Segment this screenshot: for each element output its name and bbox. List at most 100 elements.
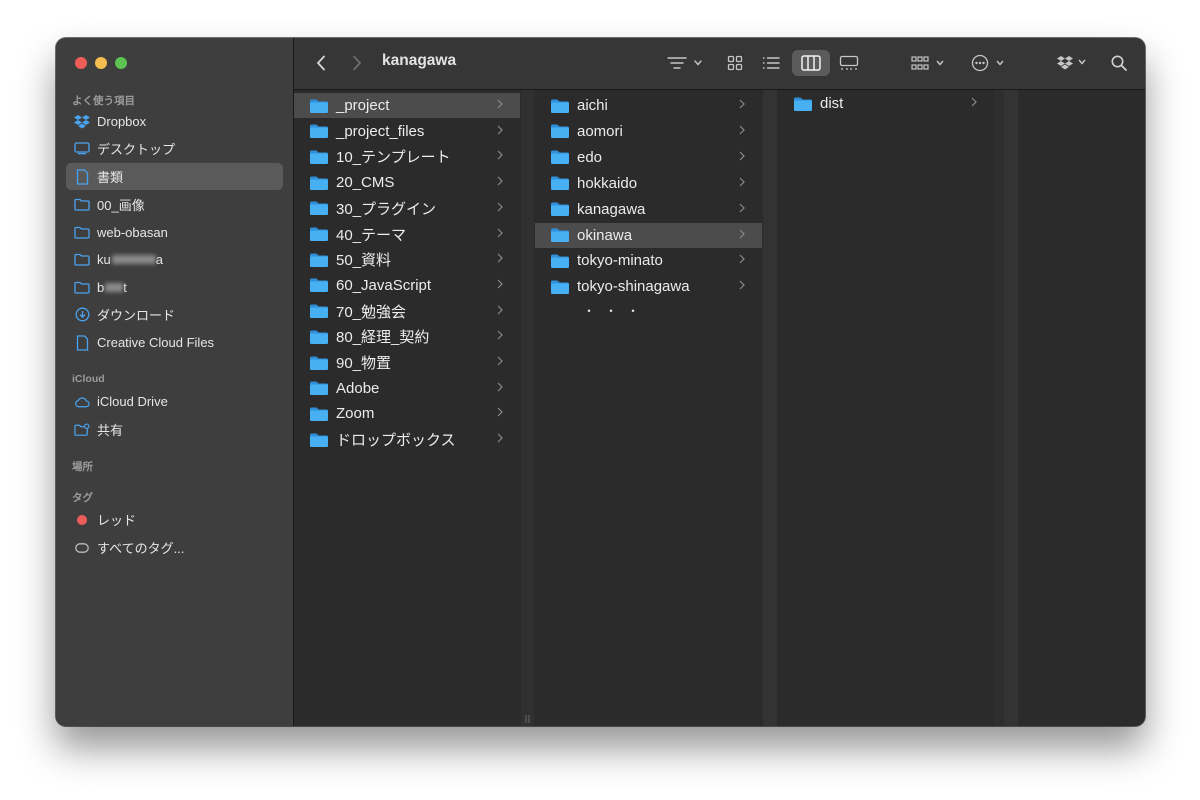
all-tags-icon (74, 540, 90, 556)
zoom-button[interactable] (115, 57, 127, 69)
list-view-button[interactable] (760, 50, 782, 76)
sidebar-item-label: ku (97, 252, 111, 267)
dropbox-menu-button[interactable] (1054, 50, 1092, 76)
chevron-right-icon (739, 99, 745, 109)
chevron-right-icon (739, 203, 745, 213)
redacted-text (111, 255, 156, 264)
column-divider[interactable] (994, 90, 1004, 726)
icloud-section-title: iCloud (72, 373, 105, 385)
sort-icon (667, 57, 702, 69)
folder-name: 40_テーマ (336, 226, 407, 244)
sidebar-item-dropbox[interactable]: Dropbox (66, 108, 283, 135)
column-4-empty (1018, 90, 1145, 726)
folder-icon (74, 197, 90, 213)
sidebar-item-downloads[interactable]: ダウンロード (66, 301, 283, 328)
folder-row[interactable]: _project (294, 93, 520, 118)
chevron-right-icon (497, 356, 503, 366)
document-icon (74, 334, 90, 351)
grid-icon (727, 55, 743, 71)
column-3: dist (778, 90, 994, 548)
folder-name: ドロップボックス (336, 432, 456, 450)
folder-icon (310, 330, 328, 344)
column-divider[interactable] (763, 90, 777, 726)
gallery-icon (839, 55, 859, 70)
folder-row[interactable]: 30_プラグイン (294, 196, 520, 221)
folder-name: 60_JavaScript (336, 276, 432, 294)
chevron-right-icon (497, 330, 503, 340)
sidebar-item-label: web-obasan (97, 225, 168, 240)
folder-icon (74, 225, 90, 241)
forward-button[interactable] (346, 50, 368, 76)
sidebar-item-shared[interactable]: 共有 (66, 416, 283, 443)
sidebar-item-tag-red[interactable]: レッド (66, 506, 283, 533)
folder-row[interactable]: dist (778, 91, 994, 116)
sidebar-item-label: 00_画像 (97, 198, 145, 213)
folder-row[interactable]: aichi (535, 93, 762, 118)
action-menu-button[interactable] (970, 50, 1008, 76)
column-2: aichi aomori edo hokkaido kanagawa okinawa tok… (535, 90, 762, 726)
folder-row[interactable]: okinawa (535, 222, 762, 248)
folder-row[interactable]: Zoom (294, 401, 520, 426)
folder-name: Adobe (336, 379, 380, 397)
sidebar-item-icloud-drive[interactable]: iCloud Drive (66, 388, 283, 415)
folder-row[interactable]: ドロップボックス (294, 427, 520, 452)
gallery-view-button[interactable] (836, 50, 862, 76)
folder-row[interactable]: 60_JavaScript (294, 273, 520, 298)
sidebar-item-desktop[interactable]: デスクトップ (66, 135, 283, 162)
sidebar-item-images[interactable]: 00_画像 (66, 191, 283, 218)
folder-row[interactable]: Adobe (294, 376, 520, 401)
folder-row[interactable]: 20_CMS (294, 170, 520, 195)
folder-name: aomori (577, 122, 623, 140)
folder-row[interactable]: edo (535, 145, 762, 170)
group-menu-button[interactable] (910, 50, 948, 76)
folder-name: _project (336, 97, 390, 114)
sidebar-item-creative-cloud[interactable]: Creative Cloud Files (66, 329, 283, 356)
folder-row[interactable]: 80_経理_契約 (294, 324, 520, 349)
sort-menu-button[interactable] (666, 50, 706, 76)
folder-row[interactable]: 40_テーマ (294, 222, 520, 247)
folder-name: Zoom (336, 405, 375, 423)
column-view-button[interactable] (792, 50, 830, 76)
favorites-section-title: よく使う項目 (72, 95, 135, 107)
folder-icon (310, 433, 328, 447)
back-button[interactable] (310, 50, 332, 76)
folder-row[interactable]: kanagawa (535, 197, 762, 222)
chevron-right-icon (497, 125, 503, 135)
folder-row[interactable]: 90_物置 (294, 350, 520, 375)
folder-name: 50_資料 (336, 252, 392, 270)
folder-name: 20_CMS (336, 174, 395, 192)
chevron-right-icon (739, 177, 745, 187)
folder-icon (551, 99, 569, 113)
sidebar-item-all-tags[interactable]: すべてのタグ... (66, 534, 283, 561)
folder-row[interactable]: 10_テンプレート (294, 144, 520, 169)
folder-row[interactable]: tokyo-shinagawa (535, 274, 762, 299)
folder-icon (310, 99, 328, 113)
folder-icon (310, 407, 328, 421)
column-divider[interactable] (1004, 90, 1018, 726)
sidebar-item-blurred-2[interactable]: b t (66, 274, 283, 301)
sidebar-item-web-obasan[interactable]: web-obasan (66, 219, 283, 246)
folder-name: dist (820, 95, 844, 112)
folder-row[interactable]: 50_資料 (294, 247, 520, 272)
search-button[interactable] (1108, 50, 1130, 76)
folder-name: okinawa (577, 226, 633, 244)
chevron-right-icon (739, 254, 745, 264)
folder-row[interactable]: aomori (535, 119, 762, 144)
sidebar-item-blurred-1[interactable]: ku a (66, 246, 283, 273)
folder-row[interactable]: _project_files (294, 119, 520, 144)
close-button[interactable] (75, 57, 87, 69)
folder-name: 10_テンプレート (336, 149, 451, 167)
minimize-button[interactable] (95, 57, 107, 69)
column-divider[interactable] (521, 90, 534, 726)
sidebar-item-label: ダウンロード (97, 308, 176, 323)
folder-row[interactable]: 70_勉強会 (294, 299, 520, 324)
folder-icon (551, 280, 569, 294)
icon-view-button[interactable] (724, 50, 746, 76)
folder-row[interactable]: tokyo-minato (535, 248, 762, 273)
group-icon (911, 56, 944, 70)
chevron-right-icon (497, 433, 503, 443)
folder-row[interactable]: hokkaido (535, 171, 762, 196)
dropbox-icon (74, 114, 90, 130)
sidebar-item-documents[interactable]: 書類 (66, 163, 283, 190)
more-icon (971, 54, 1004, 72)
